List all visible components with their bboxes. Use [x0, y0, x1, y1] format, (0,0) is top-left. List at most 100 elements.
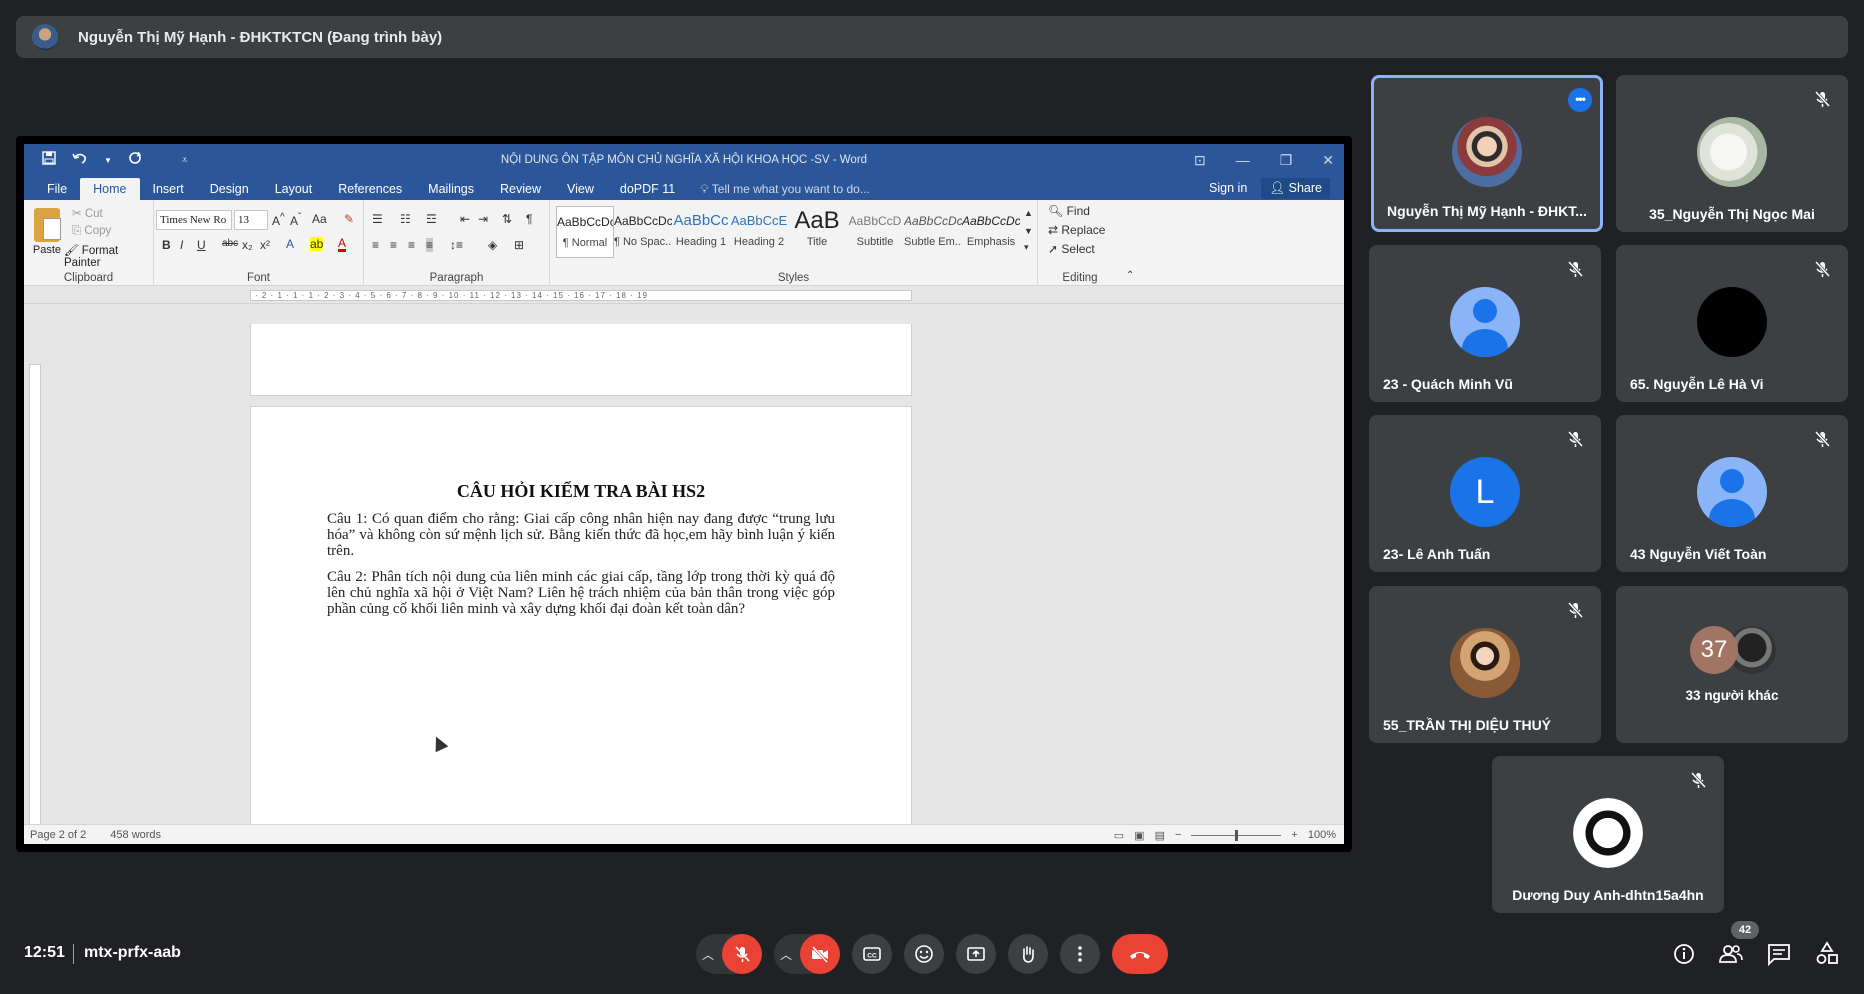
customize-toolbar-icon[interactable]: ⩡ — [182, 155, 188, 166]
close-icon[interactable]: ✕ — [1322, 152, 1334, 169]
align-right-icon[interactable]: ≡ — [408, 238, 415, 252]
minimize-icon[interactable]: — — [1236, 152, 1250, 168]
tab-references[interactable]: References — [325, 178, 415, 200]
subscript-icon[interactable]: x₂ — [242, 238, 253, 252]
participant-tile[interactable]: 35_Nguyễn Thị Ngọc Mai — [1616, 75, 1848, 232]
increase-indent-icon[interactable]: ⇥ — [478, 212, 488, 226]
styles-more-icon[interactable]: ▾ — [1024, 242, 1029, 253]
grow-font-icon[interactable]: A^ — [272, 212, 285, 228]
shading-icon[interactable]: ◈ — [488, 238, 497, 252]
font-family-select[interactable]: Times New Ro — [156, 210, 232, 230]
print-layout-icon[interactable]: ▣ — [1134, 829, 1144, 842]
justify-icon[interactable]: ≡ — [426, 238, 434, 252]
sign-in-link[interactable]: Sign in — [1209, 181, 1247, 195]
font-size-select[interactable]: 13 — [234, 210, 268, 230]
zoom-level[interactable]: 100% — [1308, 829, 1336, 841]
participant-tile[interactable]: 43 Nguyễn Viết Toàn — [1616, 415, 1848, 572]
undo-icon[interactable] — [72, 151, 88, 170]
select-button[interactable]: ➚ Select — [1048, 242, 1095, 256]
camera-toggle-button[interactable] — [800, 934, 840, 974]
styles-scroll-down-icon[interactable]: ▼ — [1024, 226, 1033, 236]
chevron-down-icon[interactable]: ▼ — [104, 156, 112, 165]
sort-icon[interactable]: ⇅ — [502, 212, 512, 226]
shrink-font-icon[interactable]: Aˇ — [290, 212, 301, 228]
meeting-code[interactable]: mtx-prfx-aab — [84, 944, 181, 962]
format-painter-button[interactable]: 🖌︎ Format Painter — [64, 243, 153, 269]
participant-tile[interactable]: Dương Duy Anh-dhtn15a4hn — [1492, 756, 1724, 913]
styles-scroll-up-icon[interactable]: ▲ — [1024, 208, 1033, 218]
superscript-icon[interactable]: x² — [260, 238, 270, 252]
replace-button[interactable]: ⇄ Replace — [1048, 223, 1105, 237]
decrease-indent-icon[interactable]: ⇤ — [460, 212, 470, 226]
save-icon[interactable] — [42, 150, 56, 170]
bullets-icon[interactable]: ☰ — [372, 212, 383, 226]
align-left-icon[interactable]: ≡ — [372, 238, 379, 252]
info-icon[interactable] — [1670, 940, 1698, 968]
highlight-icon[interactable]: ab — [310, 237, 324, 251]
tell-me-box[interactable]: 💡︎ Tell me what you want to do... — [688, 178, 870, 200]
more-options-button[interactable] — [1060, 934, 1100, 974]
style-subtle-emphasis[interactable]: AaBbCcDc Subtle Em... — [904, 206, 962, 258]
style-subtitle[interactable]: AaBbCcD Subtitle — [846, 206, 904, 258]
ribbon-display-icon[interactable]: ⊡ — [1194, 152, 1206, 169]
zoom-slider[interactable] — [1191, 829, 1282, 841]
paste-button[interactable]: Paste — [30, 208, 64, 256]
clear-formatting-icon[interactable]: ✎ — [344, 212, 354, 226]
tab-design[interactable]: Design — [197, 178, 262, 200]
chat-icon[interactable] — [1765, 940, 1793, 968]
participant-tile[interactable]: ••• Nguyễn Thị Mỹ Hạnh - ĐHKT... — [1371, 75, 1603, 232]
activities-icon[interactable] — [1813, 940, 1841, 968]
raise-hand-button[interactable] — [1008, 934, 1048, 974]
participant-tile[interactable]: L 23- Lê Anh Tuấn — [1369, 415, 1601, 572]
camera-options-chevron-icon[interactable]: ︿ — [780, 946, 792, 963]
line-spacing-icon[interactable]: ↕≡ — [450, 238, 463, 252]
reactions-button[interactable] — [904, 934, 944, 974]
page-2[interactable]: CÂU HỎI KIỂM TRA BÀI HS2 Câu 1: Có quan … — [250, 406, 912, 844]
style-heading-2[interactable]: AaBbCcE Heading 2 — [730, 206, 788, 258]
collapse-ribbon-icon[interactable]: ⌃ — [1126, 270, 1134, 281]
underline-icon[interactable]: U — [197, 238, 206, 252]
strikethrough-icon[interactable]: abc — [222, 238, 238, 249]
align-center-icon[interactable]: ≡ — [390, 238, 397, 252]
copy-button[interactable]: ⎘ Copy — [72, 225, 111, 238]
numbering-icon[interactable]: ☷ — [400, 212, 411, 226]
read-mode-icon[interactable]: ▭ — [1114, 829, 1124, 842]
participant-tile[interactable]: 65. Nguyễn Lê Hà Vi — [1616, 245, 1848, 402]
web-layout-icon[interactable]: ▤ — [1155, 829, 1165, 842]
tab-dopdf[interactable]: doPDF 11 — [607, 178, 688, 200]
leave-call-button[interactable] — [1112, 934, 1168, 974]
present-button[interactable] — [956, 934, 996, 974]
find-button[interactable]: 🔍︎ Find — [1048, 204, 1090, 218]
tab-home[interactable]: Home — [80, 178, 140, 200]
bold-icon[interactable]: B — [162, 238, 171, 252]
page-indicator[interactable]: Page 2 of 2 — [30, 829, 86, 841]
style-title[interactable]: AaB Title — [788, 206, 846, 258]
redo-icon[interactable] — [128, 151, 142, 170]
captions-button[interactable]: CC — [852, 934, 892, 974]
tab-mailings[interactable]: Mailings — [415, 178, 487, 200]
tab-layout[interactable]: Layout — [262, 178, 326, 200]
tab-file[interactable]: File — [34, 178, 80, 200]
people-icon[interactable] — [1717, 940, 1745, 968]
style-normal[interactable]: AaBbCcDc ¶ Normal — [556, 206, 614, 258]
italic-icon[interactable]: I — [180, 238, 183, 252]
change-case-icon[interactable]: Aa — [312, 212, 327, 226]
multilevel-list-icon[interactable]: ☲ — [426, 212, 437, 226]
cut-button[interactable]: ✂ Cut — [72, 206, 103, 220]
style-no-spacing[interactable]: AaBbCcDc ¶ No Spac... — [614, 206, 672, 258]
pilcrow-icon[interactable]: ¶ — [526, 212, 532, 226]
tab-view[interactable]: View — [554, 178, 607, 200]
mic-options-chevron-icon[interactable]: ︿ — [702, 946, 714, 963]
participant-tile[interactable]: 55_TRẦN THỊ DIỆU THUÝ — [1369, 586, 1601, 743]
font-color-icon[interactable]: A — [338, 237, 347, 252]
tab-review[interactable]: Review — [487, 178, 554, 200]
others-tile[interactable]: 37 33 người khác — [1616, 586, 1848, 743]
style-emphasis[interactable]: AaBbCcDc Emphasis — [962, 206, 1020, 258]
share-button[interactable]: 👤︎ Share — [1261, 177, 1330, 199]
borders-icon[interactable]: ⊞ — [514, 238, 524, 252]
text-effects-icon[interactable]: A — [286, 237, 294, 251]
tab-insert[interactable]: Insert — [140, 178, 197, 200]
zoom-in-icon[interactable]: + — [1291, 829, 1297, 841]
style-heading-1[interactable]: AaBbCc Heading 1 — [672, 206, 730, 258]
mic-toggle-button[interactable] — [722, 934, 762, 974]
